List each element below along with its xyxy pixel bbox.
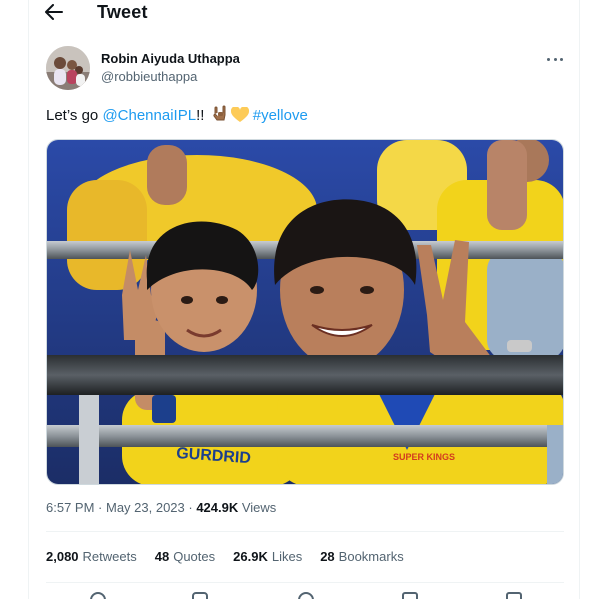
meta-separator: ·: [94, 500, 106, 515]
share-icon[interactable]: [506, 592, 522, 599]
bookmarks-label: Bookmarks: [338, 549, 404, 564]
meta-separator-2: ·: [184, 500, 197, 515]
tweet-text-exclaim: !!: [196, 107, 209, 124]
likes-count: 26.9K: [233, 549, 268, 564]
divider-2: [46, 582, 564, 583]
retweet-icon[interactable]: [192, 592, 208, 599]
horns-hand-emoji: [211, 105, 229, 130]
jersey-text-2: SUPER KINGS: [393, 452, 455, 462]
tweet-date[interactable]: May 23, 2023: [106, 500, 185, 515]
quotes-label: Quotes: [173, 549, 216, 564]
bookmarks-count: 28: [320, 549, 335, 564]
tweet-text-prefix: Let’s go: [46, 107, 103, 124]
quotes-stat[interactable]: 48 Quotes: [155, 549, 215, 564]
tweet-meta: 6:57 PM · May 23, 2023 · 424.9K Views: [46, 500, 276, 515]
retweets-stat[interactable]: 2,080 Retweets: [46, 549, 137, 564]
author-name[interactable]: Robin Aiyuda Uthappa: [101, 50, 240, 68]
action-bar: [46, 592, 564, 599]
header: Tweet: [44, 0, 148, 24]
views-label: Views: [238, 500, 277, 515]
back-arrow-icon[interactable]: [44, 2, 64, 22]
hashtag-link[interactable]: #yellove: [253, 107, 308, 124]
retweets-count: 2,080: [46, 549, 79, 564]
views-count: 424.9K: [196, 500, 239, 515]
more-icon[interactable]: [547, 56, 563, 62]
likes-stat[interactable]: 26.9K Likes: [233, 549, 302, 564]
divider: [46, 531, 564, 532]
tweet-text: Let’s go @ChennaiIPL!! #yellove: [46, 105, 308, 130]
yellow-heart-emoji: [230, 106, 249, 130]
quotes-count: 48: [154, 549, 170, 564]
avatar[interactable]: [46, 46, 90, 90]
retweets-label: Retweets: [82, 549, 137, 564]
author-handle[interactable]: @robbieuthappa: [101, 68, 240, 86]
likes-label: Likes: [271, 549, 303, 564]
engagement-stats: 2,080 Retweets 48 Quotes 26.9K Likes 28 Book…: [46, 549, 422, 564]
bookmarks-stat[interactable]: 28 Bookmarks: [320, 549, 404, 564]
mention-link[interactable]: @ChennaiIPL: [102, 107, 196, 124]
like-icon[interactable]: [298, 592, 314, 599]
tweet-photo[interactable]: GURDRID SUPER KINGS: [46, 139, 564, 485]
bookmark-icon[interactable]: [402, 592, 418, 599]
reply-icon[interactable]: [90, 592, 106, 599]
page-title: Tweet: [97, 1, 148, 22]
tweet-time[interactable]: 6:57 PM: [46, 500, 94, 515]
author-block: Robin Aiyuda Uthappa @robbieuthappa: [46, 46, 240, 90]
